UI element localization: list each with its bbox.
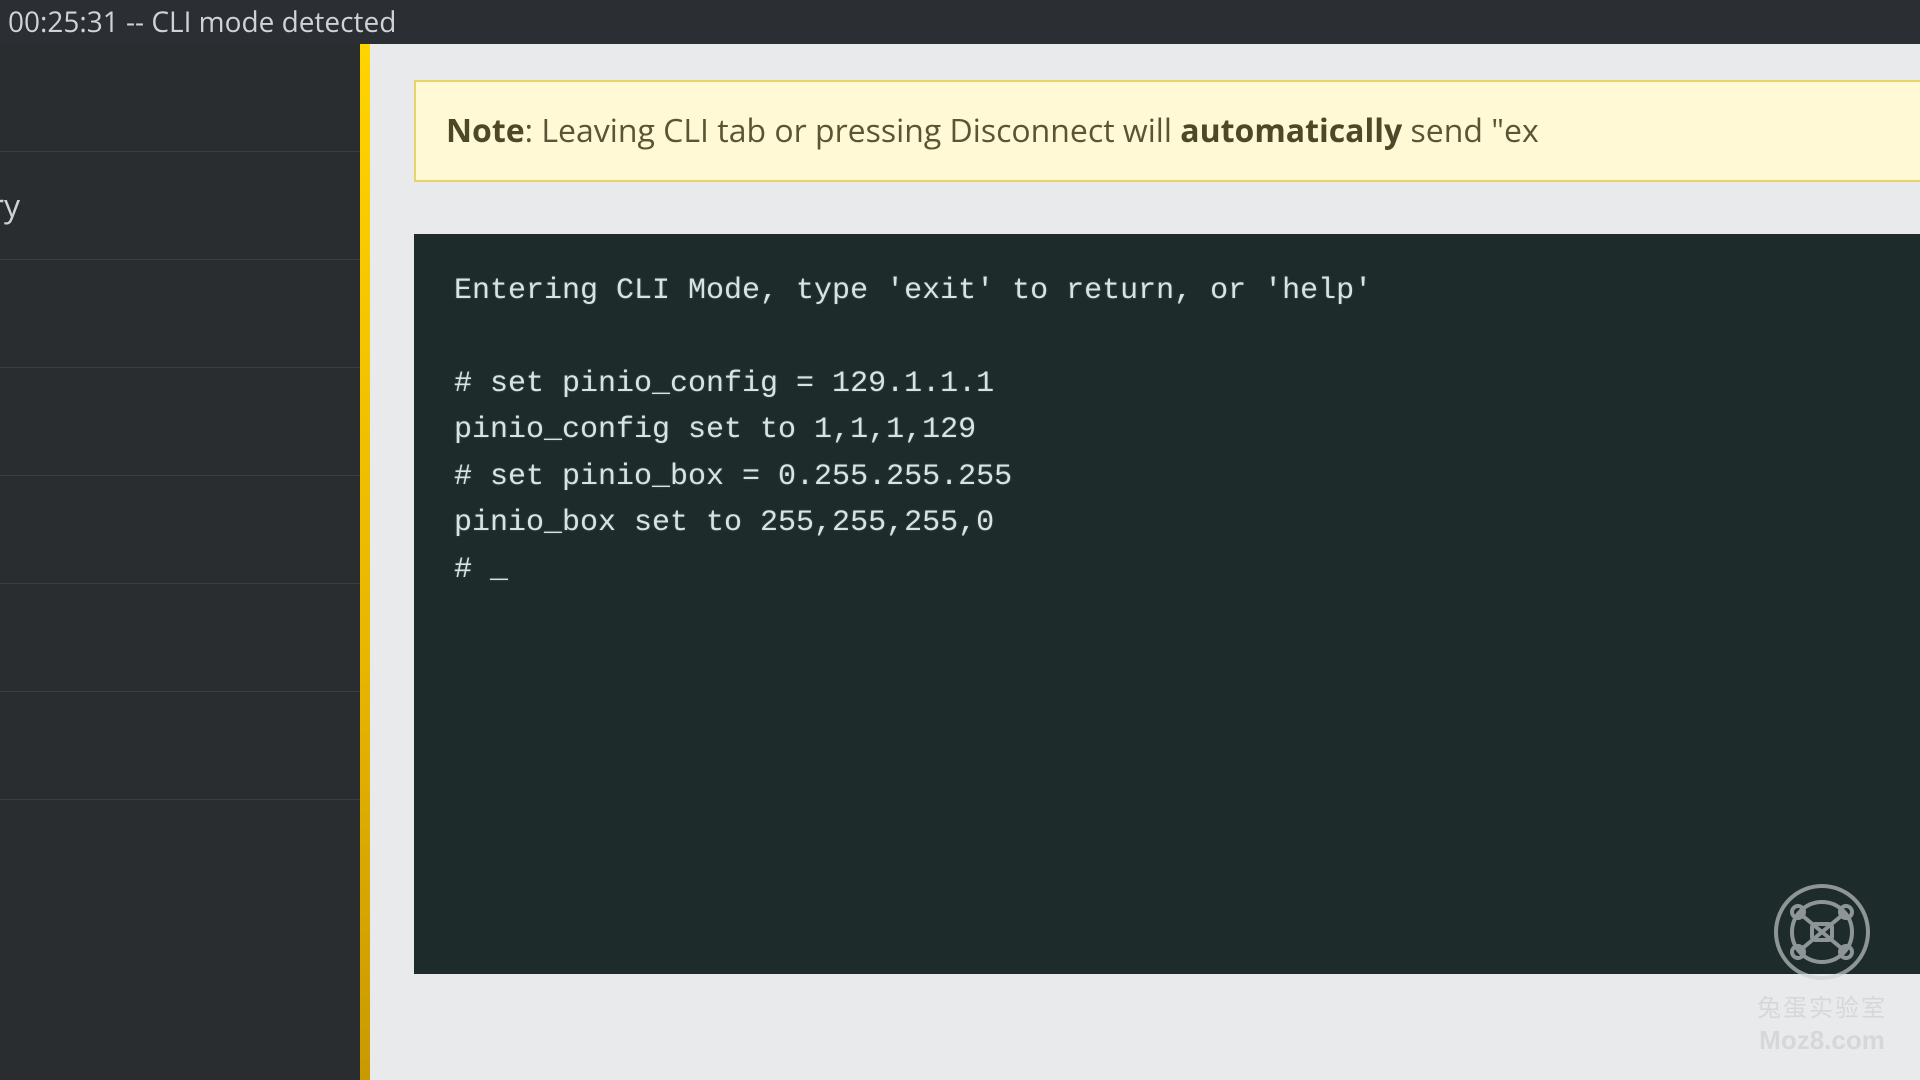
cli-prompt: # — [454, 553, 508, 587]
note-prefix: Note — [446, 109, 525, 152]
sidebar-item-motors[interactable]: ors — [0, 584, 360, 692]
drone-icon — [1752, 882, 1892, 982]
sidebar-item-modes[interactable]: s — [0, 476, 360, 584]
watermark-url: Moz8.com — [1752, 1025, 1892, 1056]
accent-bar — [360, 44, 370, 1080]
app-root: 00:25:31 -- CLI mode detected ation & Ba… — [0, 0, 1920, 1080]
cli-terminal[interactable]: Entering CLI Mode, type 'exit' to return… — [414, 234, 1920, 974]
cli-line: pinio_config set to 1,1,1,129 — [454, 413, 976, 447]
sidebar-item-configuration[interactable]: ation — [0, 44, 360, 152]
cli-banner: Entering CLI Mode, type 'exit' to return… — [454, 274, 1372, 308]
watermark-text-cn: 兔蛋实验室 — [1752, 988, 1892, 1023]
main-panel: Note: Leaving CLI tab or pressing Discon… — [370, 44, 1920, 1080]
note-body-after: send "ex — [1402, 109, 1539, 152]
sidebar-item-pid-tuning[interactable]: ning — [0, 260, 360, 368]
sidebar-item-receiver[interactable]: er — [0, 368, 360, 476]
log-bar: 00:25:31 -- CLI mode detected — [0, 0, 1920, 44]
sidebar-item-label: & Battery — [0, 184, 20, 227]
cli-line: # set pinio_box = 0.255.255.255 — [454, 460, 1012, 494]
cli-line: pinio_box set to 255,255,255,0 — [454, 506, 994, 540]
sidebar: ation & Battery ning er s ors D Strip — [0, 44, 360, 1080]
sidebar-item-power-battery[interactable]: & Battery — [0, 152, 360, 260]
sidebar-item-led-strip[interactable]: D Strip — [0, 692, 360, 800]
cli-note: Note: Leaving CLI tab or pressing Discon… — [414, 80, 1920, 182]
note-emphasis: automatically — [1180, 109, 1402, 152]
watermark: 兔蛋实验室 Moz8.com — [1752, 882, 1892, 1056]
note-body-before: : Leaving CLI tab or pressing Disconnect… — [525, 109, 1181, 152]
cli-line: # set pinio_config = 129.1.1.1 — [454, 367, 994, 401]
log-line: 00:25:31 -- CLI mode detected — [8, 3, 396, 41]
